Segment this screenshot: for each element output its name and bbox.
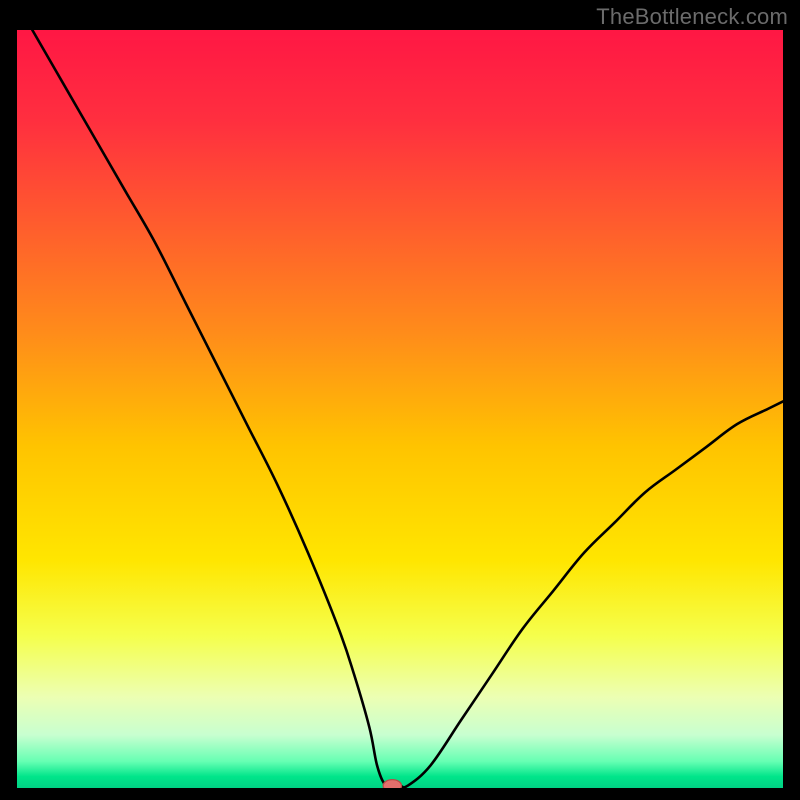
watermark-text: TheBottleneck.com <box>596 4 788 30</box>
gradient-background <box>17 30 783 788</box>
bottleneck-chart <box>0 0 800 800</box>
optimal-point-marker <box>383 780 401 792</box>
chart-frame: TheBottleneck.com <box>0 0 800 800</box>
